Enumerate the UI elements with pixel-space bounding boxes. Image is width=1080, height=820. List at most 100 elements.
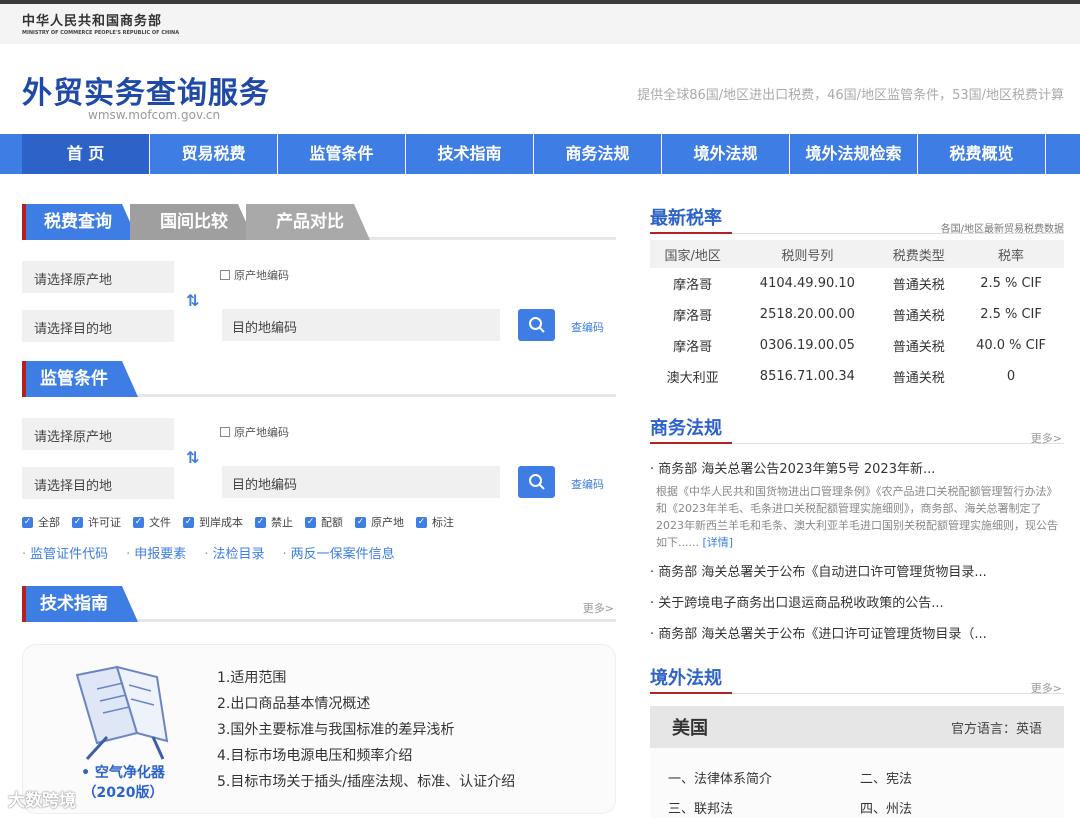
search-icon xyxy=(528,474,545,490)
table-row[interactable]: 澳大利亚 8516.71.00.34 普通关税 0 xyxy=(650,361,1064,392)
swap-icon[interactable]: ⇅ xyxy=(186,291,199,310)
official-language: 官方语言：英语 xyxy=(950,722,1042,737)
tech-guide-card: • 空气净化器 （2020版） 1.适用范围 2.出口商品基本情况概述 3.国外… xyxy=(22,644,616,814)
law-link[interactable]: 二、宪法 xyxy=(860,768,912,787)
tab-product-compare[interactable]: 产品对比 xyxy=(246,204,370,240)
supervision-lookup-code-link[interactable]: 查编码 xyxy=(571,476,604,492)
origin-code-checkbox[interactable]: 原产地编码 xyxy=(220,267,289,283)
nav-home[interactable]: 首 页 xyxy=(22,134,150,174)
tab-country-compare[interactable]: 国间比较 xyxy=(130,204,254,240)
checkbox-box xyxy=(220,427,230,437)
site-title[interactable]: 外贸实务查询服务 xyxy=(22,68,270,112)
filter-marking[interactable]: ✓ 标注 xyxy=(416,514,454,530)
site-url: wmsw.mofcom.gov.cn xyxy=(88,108,221,122)
commerce-law-list: · 商务部 海关总署公告2023年第5号 2023年新... 根据《中华人民共和… xyxy=(650,454,1064,650)
checkbox-checked-icon: ✓ xyxy=(255,516,266,528)
product-name: • 空气净化器 xyxy=(81,765,165,781)
lookup-code-link[interactable]: 查编码 xyxy=(571,319,604,335)
news-item[interactable]: · 商务部 海关总署关于公布《自动进口许可管理货物目录... xyxy=(650,557,1064,588)
supervision-swap-icon[interactable]: ⇅ xyxy=(186,448,199,467)
nav-foreign-law[interactable]: 境外法规 xyxy=(662,134,790,174)
watermark: 大数跨境 xyxy=(8,791,76,811)
cell-country: 摩洛哥 xyxy=(673,278,713,293)
foreign-law-more-link[interactable]: 更多> xyxy=(1031,680,1062,696)
table-row[interactable]: 摩洛哥 0306.19.00.05 普通关税 40.0 % CIF xyxy=(650,330,1064,361)
cell-tax-type: 普通关税 xyxy=(892,278,945,293)
link-inspection-catalog[interactable]: · 法检目录 xyxy=(204,543,264,562)
table-row[interactable]: 摩洛哥 4104.49.90.10 普通关税 2.5 % CIF xyxy=(650,268,1064,299)
supervision-destination-select[interactable]: 请选择目的地 xyxy=(22,467,174,499)
link-cert-codes[interactable]: · 监管证件代码 xyxy=(22,543,108,562)
book-icon[interactable] xyxy=(67,663,177,763)
tech-guide-item[interactable]: 4.目标市场电源电压和频率介绍 xyxy=(217,743,515,769)
news-item[interactable]: · 商务部 海关总署公告2023年第5号 2023年新... xyxy=(650,454,1064,485)
country-card: 美国 官方语言：英语 一、法律体系简介 二、宪法 三、联邦法 四、州法 xyxy=(650,706,1064,818)
latest-rates-title: 最新税率 xyxy=(650,208,722,229)
supervision-search-button[interactable] xyxy=(518,466,555,498)
supervision-origin-code-checkbox[interactable]: 原产地编码 xyxy=(220,424,289,440)
law-link[interactable]: 三、联邦法 xyxy=(668,798,733,817)
tech-guide-item[interactable]: 3.国外主要标准与我国标准的差异浅析 xyxy=(217,717,515,743)
supervision-links: · 监管证件代码 · 申报要素 · 法检目录 · 两反一保案件信息 xyxy=(22,542,616,562)
link-declaration-elements[interactable]: · 申报要素 xyxy=(126,543,186,562)
commerce-law-more-link[interactable]: 更多> xyxy=(1031,430,1062,446)
detail-link[interactable]: [详情] xyxy=(702,536,733,549)
law-link[interactable]: 四、州法 xyxy=(860,798,912,817)
filter-prohibited[interactable]: ✓ 禁止 xyxy=(255,514,293,530)
destination-select[interactable]: 请选择目的地 xyxy=(22,310,174,342)
law-link[interactable]: 一、法律体系简介 xyxy=(668,768,772,787)
table-row[interactable]: 摩洛哥 2518.20.00.00 普通关税 2.5 % CIF xyxy=(650,299,1064,330)
checkbox-checked-icon: ✓ xyxy=(22,516,33,528)
cell-rate: 0 xyxy=(1006,369,1016,384)
nav-trade-tax[interactable]: 贸易税费 xyxy=(150,134,278,174)
filter-quota[interactable]: ✓ 配额 xyxy=(305,514,343,530)
filter-label: 禁止 xyxy=(271,516,293,529)
search-button[interactable] xyxy=(518,309,555,341)
tech-guide-item[interactable]: 2.出口商品基本情况概述 xyxy=(217,691,515,717)
title-underline xyxy=(650,442,732,444)
link-trade-remedy-cases[interactable]: · 两反一保案件信息 xyxy=(282,543,394,562)
column-header: 国家/地区 xyxy=(650,240,736,268)
filter-label: 原产地 xyxy=(371,516,404,529)
cell-country: 摩洛哥 xyxy=(673,309,713,324)
destination-code-input[interactable]: 目的地编码 xyxy=(222,309,500,341)
tech-guide-item[interactable]: 5.目标市场关于插头/插座法规、标准、认证介绍 xyxy=(217,769,515,795)
checkbox-checked-icon: ✓ xyxy=(72,516,83,528)
filter-license[interactable]: ✓ 许可证 xyxy=(72,514,121,530)
commerce-law-header: 商务法规 更多> xyxy=(650,414,1064,446)
news-item[interactable]: · 商务部 海关总署关于公布《进口许可证管理货物目录（... xyxy=(650,619,1064,650)
tech-guide-header: 技术指南 更多> xyxy=(22,586,616,622)
supervision-form: 请选择原产地 请选择目的地 ⇅ 原产地编码 目的地编码 查编码 xyxy=(22,418,616,514)
checkbox-checked-icon: ✓ xyxy=(416,516,427,528)
filter-landed-cost[interactable]: ✓ 到岸成本 xyxy=(183,514,243,530)
supervision-origin-select[interactable]: 请选择原产地 xyxy=(22,418,174,450)
product-caption[interactable]: • 空气净化器 （2020版） xyxy=(73,763,173,803)
news-item[interactable]: · 关于跨境电子商务出口退运商品税收政策的公告... xyxy=(650,588,1064,619)
supervision-header: 监管条件 xyxy=(22,361,616,397)
filter-document[interactable]: ✓ 文件 xyxy=(133,514,171,530)
nav-commerce-law[interactable]: 商务法规 xyxy=(534,134,662,174)
tech-guide-more-link[interactable]: 更多> xyxy=(583,600,614,616)
checkbox-checked-icon: ✓ xyxy=(183,516,194,528)
site-slogan: 提供全球86国/地区进出口税费，46国/地区监管条件，53国/地区税费计算 xyxy=(637,88,1064,103)
nav-tax-overview[interactable]: 税费概览 xyxy=(918,134,1046,174)
foreign-law-header: 境外法规 更多> xyxy=(650,664,1064,696)
title-underline xyxy=(650,232,732,234)
supervision-destination-code-input[interactable]: 目的地编码 xyxy=(222,466,500,498)
nav-supervision[interactable]: 监管条件 xyxy=(278,134,406,174)
cell-country: 摩洛哥 xyxy=(673,340,713,355)
nav-foreign-law-search[interactable]: 境外法规检索 xyxy=(790,134,918,174)
filter-label: 全部 xyxy=(38,516,60,529)
country-name[interactable]: 美国 xyxy=(672,714,708,740)
filter-origin[interactable]: ✓ 原产地 xyxy=(355,514,404,530)
nav-tech-guide[interactable]: 技术指南 xyxy=(406,134,534,174)
origin-select[interactable]: 请选择原产地 xyxy=(22,261,174,293)
ministry-name-cn[interactable]: 中华人民共和国商务部 xyxy=(22,10,1080,29)
tab-tax-query[interactable]: 税费查询 xyxy=(22,204,138,240)
tech-guide-item[interactable]: 1.适用范围 xyxy=(217,665,515,691)
supervision-origin-code-label: 原产地编码 xyxy=(234,426,289,439)
filter-label: 配额 xyxy=(321,516,343,529)
commerce-law-title: 商务法规 xyxy=(650,418,722,439)
filter-all[interactable]: ✓ 全部 xyxy=(22,514,60,530)
cell-tariff-code: 8516.71.00.34 xyxy=(759,369,855,384)
